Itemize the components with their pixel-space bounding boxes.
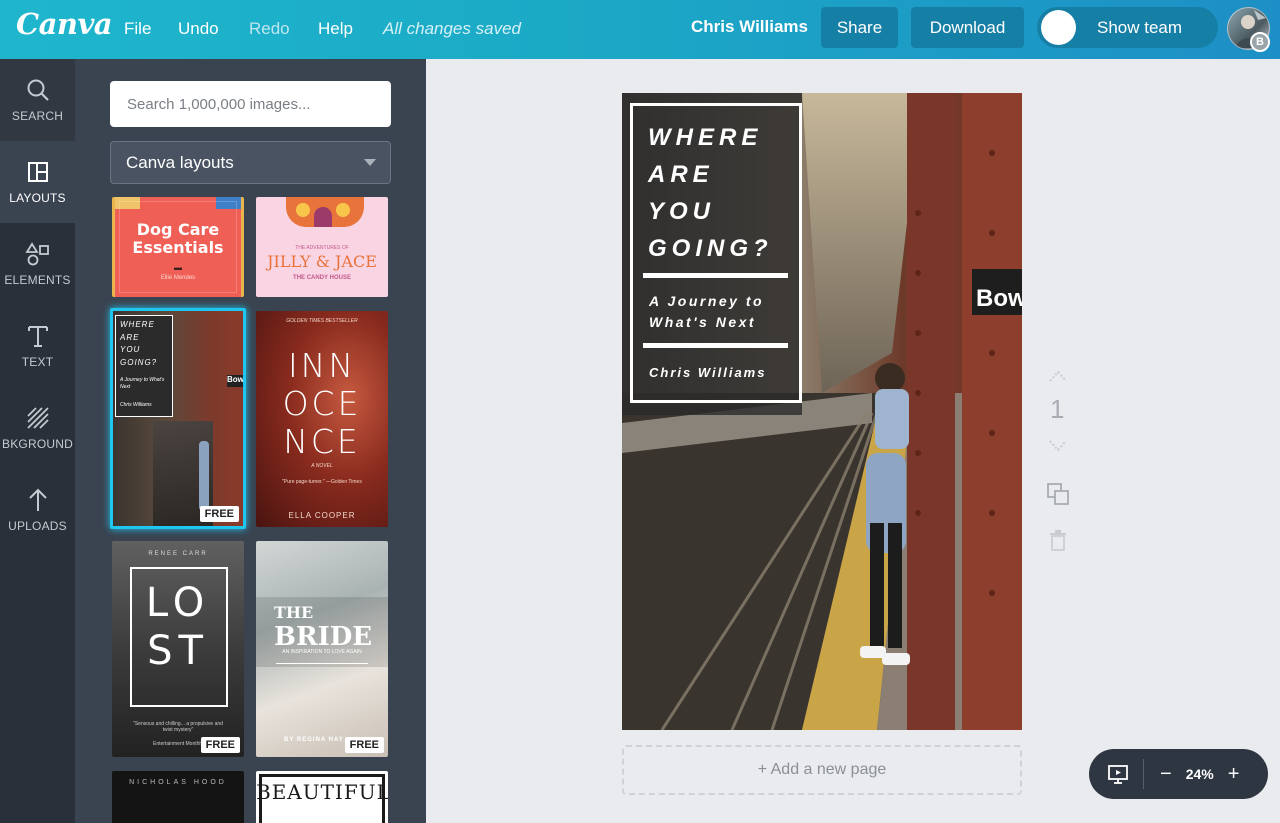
zoom-in-button[interactable]: + (1228, 763, 1240, 786)
show-team-button[interactable]: Show team (1037, 7, 1218, 48)
rail-item-uploads[interactable]: UPLOADS (0, 469, 75, 551)
rail-label-background: BKGROUND (2, 437, 73, 451)
free-badge: FREE (344, 737, 384, 753)
free-badge: FREE (200, 737, 240, 753)
layout-thumbnail-innocence[interactable]: GOLDEN TIMES BESTSELLER INN OCE NCE A NOVE… (256, 311, 388, 527)
background-icon (26, 407, 49, 429)
rail-item-background[interactable]: BKGROUND (0, 387, 75, 469)
left-rail: SEARCH LAYOUTS ELEMENTS TEXT BKGROUND UP… (0, 59, 75, 823)
upload-icon (28, 488, 47, 511)
undo-button[interactable]: Undo (178, 19, 219, 39)
design-owner-name: Chris Williams (691, 17, 808, 36)
thumb-title: LO ST (145, 580, 211, 674)
title-divider-top (643, 273, 788, 278)
thumb-title: BEAUTIFUL (256, 780, 388, 804)
layout-thumbnail-the-bride[interactable]: THE BRIDE AN INSPIRATION TO LOVE AGAIN BY… (256, 541, 388, 757)
zoom-out-button[interactable]: − (1160, 763, 1172, 786)
thumb-title: THE BRIDE (274, 603, 373, 652)
thumb-quote: "Pure page-turner." —Golden Times (282, 479, 362, 485)
redo-button[interactable]: Redo (249, 19, 290, 39)
thumb-author: NICHOLAS HOOD (129, 779, 227, 786)
thumb-title: INN OCE NCE (282, 346, 362, 461)
layout-thumbnail-lost[interactable]: RENEE CARR LO ST "Sensous and chilling...… (112, 541, 244, 757)
thumb-person (199, 441, 209, 511)
chevron-down-icon (364, 159, 376, 166)
page-number: 1 (1050, 394, 1065, 424)
thumb-subtitle: A Journey to What's Next (120, 377, 165, 390)
thumb-kicker: GOLDEN TIMES BESTSELLER (286, 318, 358, 324)
duplicate-page-icon[interactable] (1046, 482, 1070, 506)
zoom-divider (1143, 759, 1144, 789)
elements-icon (24, 242, 49, 266)
thumb-subtitle: A NOVEL (311, 463, 333, 469)
rail-label-text: TEXT (21, 355, 54, 369)
thumb-kicker: THE ADVENTURES OF (295, 245, 349, 251)
thumb-subtitle: THE CANDY HOUSE (293, 275, 351, 281)
chevron-up-icon[interactable] (1048, 369, 1068, 383)
rail-item-text[interactable]: TEXT (0, 305, 75, 387)
rail-label-uploads: UPLOADS (8, 519, 67, 533)
rail-label-elements: ELEMENTS (4, 273, 71, 287)
layout-source-select[interactable]: Canva layouts (110, 141, 391, 184)
thumb-author: ELLA COOPER (288, 511, 356, 520)
layouts-icon (27, 162, 48, 182)
layout-thumbnail-jilly-jace[interactable]: THE ADVENTURES OF JILLY & JACE THE CANDY… (256, 197, 388, 297)
rail-label-layouts: LAYOUTS (9, 191, 66, 205)
rail-item-elements[interactable]: ELEMENTS (0, 223, 75, 305)
thumb-sign: Bow (227, 375, 243, 387)
thumb-author: Ellie Mendes (160, 275, 196, 281)
thumb-subtitle: AN INSPIRATION TO LOVE AGAIN (282, 649, 362, 655)
station-sign: Bow (976, 285, 1022, 312)
present-icon[interactable] (1107, 763, 1129, 785)
toggle-knob (1041, 10, 1076, 45)
candy-house-illustration (286, 197, 364, 227)
search-icon (27, 79, 49, 101)
rail-label-search: SEARCH (11, 109, 64, 123)
thumb-author: RENEE CARR (148, 551, 208, 557)
layout-thumbnail-where-are-you-going[interactable]: WHERE ARE YOU GOING? A Journey to What's Ne… (110, 308, 246, 529)
share-button[interactable]: Share (821, 7, 898, 48)
thumb-author: Chris Williams (120, 402, 152, 408)
chevron-down-icon[interactable] (1048, 439, 1068, 453)
rail-item-layouts[interactable]: LAYOUTS (0, 141, 75, 223)
file-menu[interactable]: File (124, 19, 151, 39)
rail-item-search[interactable]: SEARCH (0, 59, 75, 141)
thumb-quote: "Sensous and chilling... a propulsive an… (133, 721, 223, 733)
thumb-title: JILLY & JACE (267, 252, 377, 271)
layout-thumbnail-nicholas-hood[interactable]: NICHOLAS HOOD (112, 771, 244, 823)
zoom-controls: − 24% + (1089, 749, 1268, 799)
help-menu[interactable]: Help (318, 19, 353, 39)
save-status: All changes saved (383, 19, 521, 38)
layout-thumbnail-beautiful[interactable]: BEAUTIFUL (256, 771, 388, 823)
free-badge: FREE (199, 506, 239, 522)
zoom-level[interactable]: 24% (1186, 766, 1214, 782)
layouts-panel: Canva layouts Dog Care Essentials ▬ Elli… (75, 59, 426, 823)
show-team-label: Show team (1097, 17, 1183, 37)
design-title[interactable]: WHERE ARE YOU GOING? (648, 119, 773, 267)
design-page[interactable]: WHERE ARE YOU GOING? A Journey to What's… (622, 93, 1022, 730)
layout-thumbnail-dog-care[interactable]: Dog Care Essentials ▬ Ellie Mendes (112, 197, 244, 297)
avatar-badge: B (1250, 32, 1270, 52)
text-icon (27, 326, 48, 347)
title-divider-bottom (643, 343, 788, 348)
layout-source-value: Canva layouts (126, 152, 234, 172)
top-bar: Canva File Undo Redo Help All changes sa… (0, 0, 1280, 59)
thumb-divider (276, 663, 368, 664)
design-author[interactable]: Chris Williams (649, 365, 766, 380)
add-page-button[interactable]: + Add a new page (622, 745, 1022, 795)
download-button[interactable]: Download (911, 7, 1024, 48)
thumb-title: Dog Care Essentials (132, 220, 224, 257)
design-subtitle[interactable]: A Journey to What's Next (649, 291, 764, 333)
canva-logo[interactable]: Canva (16, 7, 113, 41)
thumb-author: BY REGINA HAY (284, 737, 344, 743)
delete-page-icon[interactable] (1048, 529, 1068, 551)
thumb-title: WHERE ARE YOU GOING? (120, 320, 158, 367)
canvas-area: WHERE ARE YOU GOING? A Journey to What's… (426, 59, 1280, 823)
image-search-input[interactable] (110, 81, 391, 127)
bone-icon: ▬ (174, 263, 182, 272)
